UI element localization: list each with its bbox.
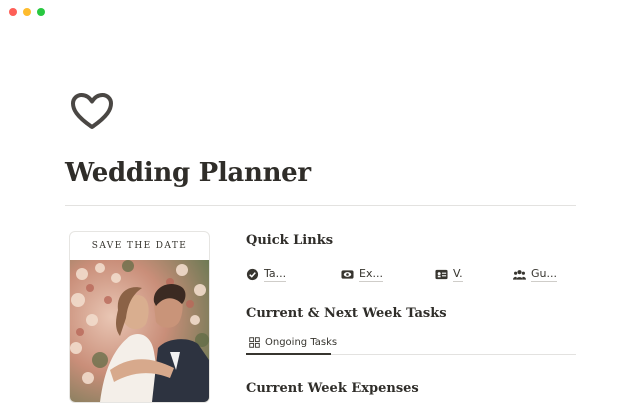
card-caption: SAVE THE DATE [91, 241, 188, 251]
money-eye-icon [341, 269, 354, 279]
quick-links-title: Quick Links [246, 233, 334, 248]
title-divider [65, 205, 576, 206]
quick-link-guests[interactable]: Gu... [513, 265, 557, 283]
quick-link-label: Gu... [531, 266, 557, 282]
quick-link-label: Ex... [359, 266, 383, 282]
page-title: Wedding Planner [65, 158, 311, 188]
quick-link-label: Ta... [264, 266, 287, 282]
people-group-icon [513, 269, 526, 280]
minimize-window-button[interactable] [23, 8, 31, 16]
tasks-section-title: Current & Next Week Tasks [246, 306, 447, 321]
heart-outline-icon[interactable] [70, 92, 114, 132]
gallery-grid-icon [249, 337, 260, 348]
quick-link-expenses[interactable]: Ex... [341, 265, 383, 283]
quick-link-tasks[interactable]: Ta... [246, 265, 287, 283]
close-window-button[interactable] [9, 8, 17, 16]
active-tab-indicator [246, 353, 331, 355]
tab-ongoing-tasks[interactable]: Ongoing Tasks [246, 332, 340, 353]
tab-label: Ongoing Tasks [265, 337, 338, 348]
checkmark-badge-icon [246, 268, 259, 280]
vendor-card-icon [435, 269, 448, 279]
maximize-window-button[interactable] [37, 8, 45, 16]
expenses-section-title: Current Week Expenses [246, 381, 419, 396]
quick-link-label: V. [453, 266, 463, 282]
save-the-date-card[interactable]: SAVE THE DATE [69, 231, 210, 403]
quick-links-list: Ta... Ex... V. Gu... [246, 265, 576, 285]
window-controls [9, 8, 45, 16]
tasks-view-tabs: Ongoing Tasks [246, 332, 576, 355]
wedding-couple-photo [70, 260, 209, 402]
quick-link-vendors[interactable]: V. [435, 265, 463, 283]
